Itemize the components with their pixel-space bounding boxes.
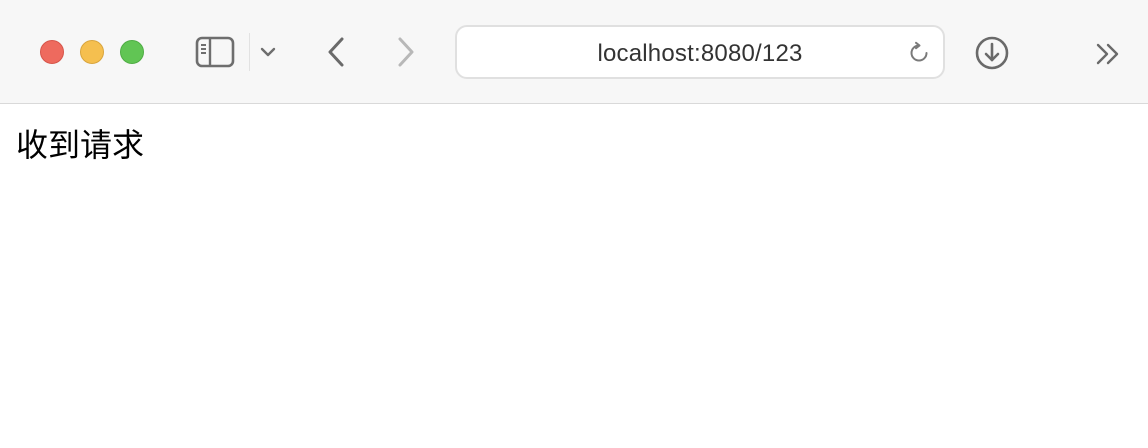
downloads-button[interactable] — [974, 35, 1010, 71]
back-button[interactable] — [320, 32, 352, 72]
browser-window: localhost:8080/123 收到请求 — [0, 0, 1148, 448]
address-bar[interactable]: localhost:8080/123 — [455, 25, 945, 79]
sidebar-icon — [195, 36, 235, 68]
close-window-button[interactable] — [40, 40, 64, 64]
chevron-down-icon — [260, 47, 276, 57]
address-url[interactable]: localhost:8080/123 — [457, 40, 943, 68]
double-chevron-right-icon — [1096, 43, 1119, 65]
page-body-text: 收到请求 — [16, 126, 145, 164]
zoom-window-button[interactable] — [120, 40, 144, 64]
download-icon — [975, 36, 1009, 70]
browser-toolbar: localhost:8080/123 — [0, 0, 1148, 104]
reload-button[interactable] — [905, 39, 933, 67]
forward-button[interactable] — [390, 32, 422, 72]
sidebar-toggle-button[interactable] — [194, 34, 236, 70]
reload-icon — [910, 41, 928, 62]
back-arrow-icon — [328, 37, 344, 67]
page-content: 收到请求 — [0, 105, 1148, 448]
minimize-window-button[interactable] — [80, 40, 104, 64]
forward-arrow-icon — [398, 37, 414, 67]
tab-group-menu-button[interactable] — [256, 40, 280, 64]
toolbar-divider — [249, 33, 250, 71]
toolbar-overflow-button[interactable] — [1092, 40, 1124, 68]
